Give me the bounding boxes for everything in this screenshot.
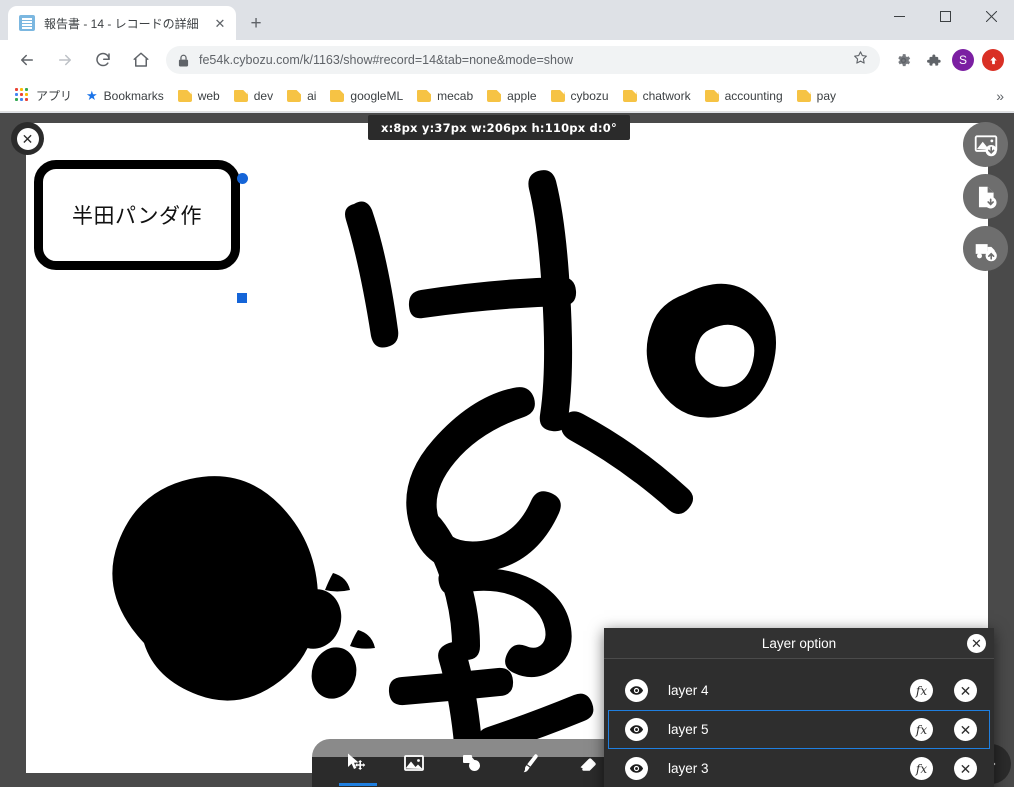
close-editor-button[interactable]: ✕ <box>11 122 44 155</box>
home-button[interactable] <box>127 46 155 74</box>
layer-panel-title: Layer option <box>761 635 837 651</box>
bookmark-label: web <box>197 88 220 103</box>
apps-grid-icon <box>15 88 30 103</box>
tool-brush[interactable] <box>506 742 554 784</box>
bookmark-label: googleML <box>350 88 404 103</box>
layer-row[interactable]: layer 5 fx ✕ <box>608 710 990 749</box>
bookmark-label: ai <box>307 88 317 103</box>
layer-name: layer 3 <box>668 761 709 776</box>
bookmark-label: mecab <box>437 88 474 103</box>
window-minimize-button[interactable] <box>876 0 922 32</box>
tab-title: 報告書 - 14 - レコードの詳細 <box>44 16 199 31</box>
layer-effects-icon[interactable]: fx <box>910 679 933 702</box>
bookmark-label: cybozu <box>570 88 609 103</box>
folder-icon <box>417 89 432 102</box>
eye-icon[interactable] <box>625 679 648 702</box>
bookmark-cybozu[interactable]: cybozu <box>544 84 616 108</box>
reload-button[interactable] <box>89 46 117 74</box>
layer-panel-close-icon[interactable]: ✕ <box>967 634 986 653</box>
folder-icon <box>177 89 192 102</box>
bookmark-web[interactable]: web <box>171 84 227 108</box>
forward-button[interactable] <box>51 46 79 74</box>
bookmark-apps[interactable]: アプリ <box>8 84 79 108</box>
layer-effects-icon[interactable]: fx <box>910 718 933 741</box>
download-file-button[interactable] <box>963 174 1008 219</box>
browser-toolbar: fe54k.cybozu.com/k/1163/show#record=14&t… <box>0 40 1014 80</box>
bookmark-apple[interactable]: apple <box>480 84 543 108</box>
tab-close-icon[interactable]: ✕ <box>210 13 230 33</box>
browser-window: 報告書 - 14 - レコードの詳細 ✕ + fe54k.cybozu.com/… <box>0 0 1014 787</box>
bookmark-label: chatwork <box>642 88 691 103</box>
folder-icon <box>233 89 248 102</box>
bookmark-dev[interactable]: dev <box>227 84 280 108</box>
tool-select[interactable] <box>332 742 380 786</box>
bookmark-label: dev <box>253 88 274 103</box>
window-maximize-button[interactable] <box>922 0 968 32</box>
bookmark-label: pay <box>816 88 837 103</box>
bookmark-label: accounting <box>724 88 783 103</box>
bookmark-ai[interactable]: ai <box>280 84 323 108</box>
layer-row[interactable]: layer 4 fx ✕ <box>608 671 990 710</box>
address-bar-url: fe54k.cybozu.com/k/1163/show#record=14&t… <box>199 53 573 67</box>
selection-info-tooltip: x:8px y:37px w:206px h:110px d:0° <box>368 115 630 140</box>
eye-icon[interactable] <box>625 757 648 780</box>
layer-option-panel: Layer option ✕ layer 4 fx ✕ layer 5 fx ✕… <box>604 628 994 787</box>
new-tab-button[interactable]: + <box>242 9 270 37</box>
back-button[interactable] <box>13 46 41 74</box>
paint-editor: 半田パンダ作 Layer option ✕ layer 4 fx ✕ layer… <box>0 113 1014 787</box>
folder-icon <box>330 89 345 102</box>
layer-list: layer 4 fx ✕ layer 5 fx ✕ layer 3 fx ✕ <box>604 659 994 787</box>
layer-delete-icon[interactable]: ✕ <box>954 679 977 702</box>
rotate-handle[interactable] <box>237 173 248 184</box>
folder-icon <box>622 89 637 102</box>
side-action-buttons <box>963 122 1008 278</box>
bookmark-mecab[interactable]: mecab <box>410 84 480 108</box>
layer-row[interactable]: layer 3 fx ✕ <box>608 749 990 787</box>
bookmark-accounting[interactable]: accounting <box>698 84 790 108</box>
bookmark-label: アプリ <box>36 89 73 103</box>
bookmark-bookmarks[interactable]: ★ Bookmarks <box>79 84 171 108</box>
layer-panel-header: Layer option ✕ <box>604 628 994 659</box>
close-icon: ✕ <box>16 127 39 150</box>
tab-favicon-icon <box>19 15 35 31</box>
bookmark-chatwork[interactable]: chatwork <box>616 84 698 108</box>
bookmark-googleml[interactable]: googleML <box>323 84 410 108</box>
folder-icon <box>550 89 565 102</box>
resize-handle[interactable] <box>237 293 247 303</box>
folder-icon <box>704 89 719 102</box>
bookmark-pay[interactable]: pay <box>790 84 843 108</box>
bookmark-label: apple <box>507 88 537 103</box>
address-bar[interactable]: fe54k.cybozu.com/k/1163/show#record=14&t… <box>166 46 880 74</box>
bookmark-label: Bookmarks <box>103 88 164 103</box>
folder-icon <box>487 89 502 102</box>
tool-image[interactable] <box>390 742 438 784</box>
profile-avatar[interactable]: S <box>952 49 974 71</box>
layer-delete-icon[interactable]: ✕ <box>954 757 977 780</box>
bookmarks-overflow-button[interactable]: » <box>996 88 1004 104</box>
eye-icon[interactable] <box>625 718 648 741</box>
update-button[interactable] <box>982 49 1004 71</box>
text-object-value: 半田パンダ作 <box>71 204 203 228</box>
folder-icon <box>287 89 302 102</box>
download-image-button[interactable] <box>963 122 1008 167</box>
window-controls <box>876 0 1014 32</box>
tool-shapes[interactable] <box>448 742 496 784</box>
gear-icon[interactable] <box>890 47 916 73</box>
star-icon: ★ <box>86 88 98 103</box>
browser-tab[interactable]: 報告書 - 14 - レコードの詳細 ✕ <box>8 6 236 40</box>
layer-effects-icon[interactable]: fx <box>910 757 933 780</box>
save-to-record-button[interactable] <box>963 226 1008 271</box>
folder-icon <box>796 89 811 102</box>
text-object[interactable]: 半田パンダ作 <box>34 160 240 270</box>
extensions-puzzle-icon[interactable] <box>920 47 946 73</box>
window-close-button[interactable] <box>968 0 1014 32</box>
layer-delete-icon[interactable]: ✕ <box>954 718 977 741</box>
layer-name: layer 5 <box>668 722 709 737</box>
tab-strip: 報告書 - 14 - レコードの詳細 ✕ + <box>0 0 1014 40</box>
bookmarks-bar: アプリ ★ Bookmarks web dev ai googleML meca… <box>0 80 1014 112</box>
lock-icon <box>178 54 189 67</box>
layer-name: layer 4 <box>668 683 709 698</box>
bookmark-star-icon[interactable] <box>853 50 868 70</box>
